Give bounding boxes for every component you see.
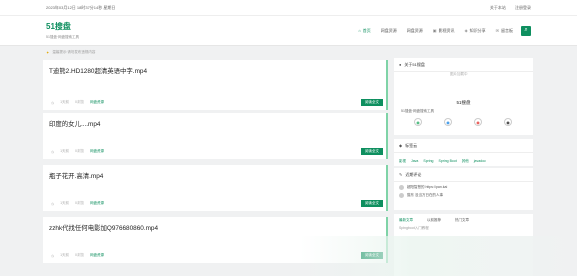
post-card: 印度的女儿....mp4 ◷ 1天前 0浏览 网盘资源 阅读全文 <box>43 113 388 159</box>
message-icon: ✉ <box>495 28 499 33</box>
post-title[interactable]: 印度的女儿....mp4 <box>49 119 101 128</box>
post-meta: ◷ 1天前 0浏览 网盘资源 <box>51 201 104 206</box>
post-category[interactable]: 网盘资源 <box>90 149 104 154</box>
article-tabs: 最新文章 以前推荐 热门文章 <box>394 214 533 223</box>
home-icon: ⌂ <box>358 28 361 33</box>
clock-icon: ◷ <box>51 100 55 105</box>
read-more-button[interactable]: 阅读全文 <box>361 200 383 207</box>
post-title[interactable]: T迪熊2.HD1280超清英语中字.mp4 <box>49 66 147 75</box>
comment-item[interactable]: 超阳智慧的 https://pan.kai <box>394 182 533 190</box>
wechat-icon[interactable]: ◉ <box>414 118 422 126</box>
article-item[interactable]: Spingboot入门教程 <box>394 223 533 231</box>
weibo-icon[interactable]: ◉ <box>474 118 482 126</box>
post-category[interactable]: 网盘资源 <box>90 100 104 105</box>
post-card: 瓶子花开.高清.mp4 ◷ 1天前 0浏览 网盘资源 阅读全文 <box>43 165 388 211</box>
post-meta: ◷ 1天前 0浏览 网盘资源 <box>51 100 104 105</box>
about-image: 图片加载中 <box>450 72 468 76</box>
share-icon: ◈ <box>464 28 468 33</box>
qq-icon[interactable]: ◉ <box>444 118 452 126</box>
user-icon: ● <box>399 62 402 67</box>
read-more-button[interactable]: 阅读全文 <box>361 148 383 155</box>
top-links: 关于本站 注册登录 <box>482 5 531 11</box>
tab-latest[interactable]: 最新文章 <box>399 218 413 223</box>
tag-list: 影视 Java Spring Spring Boot 其他 javadoc <box>394 153 533 164</box>
tag-item[interactable]: Spring Boot <box>438 159 456 163</box>
brand[interactable]: 51搜盘 51搜盘·网盘搜索工具 <box>46 21 79 40</box>
nav-knowledge[interactable]: ◈ 知识分享 <box>465 28 486 34</box>
clock-icon: ◷ <box>51 149 55 154</box>
github-icon[interactable]: ◉ <box>504 118 512 126</box>
comments-header: ✎ 近期评论 <box>394 168 533 182</box>
main-nav: ⌂ 首页 网盘资源 网盘资源 ▣ 影视资讯 ◈ 知识分享 ✉ 留言板 ⌕ <box>348 25 531 36</box>
top-bar: 2023年03月12日 18时37分14秒 星期日 关于本站 注册登录 <box>0 0 577 16</box>
tab-recommended[interactable]: 以前推荐 <box>427 218 441 223</box>
notice-text: 温馨提示:请勿发布违规内容 <box>52 49 96 54</box>
clock-icon: ◷ <box>51 201 55 206</box>
nav-home[interactable]: ⌂ 首页 <box>358 28 370 34</box>
tags-header: ◆ 标签云 <box>394 139 533 153</box>
read-more-button[interactable]: 阅读全文 <box>361 99 383 106</box>
notice-bar: ✦ 温馨提示:请勿发布违规内容 <box>43 46 533 58</box>
clock-icon: ◷ <box>51 253 55 258</box>
tags-card: ◆ 标签云 影视 Java Spring Spring Boot 其他 java… <box>394 139 533 166</box>
post-category[interactable]: 网盘资源 <box>90 201 104 206</box>
tag-item[interactable]: Java <box>411 159 418 163</box>
post-category[interactable]: 网盘资源 <box>90 253 104 258</box>
about-desc: 51搜盘·网盘搜索工具 <box>401 109 435 113</box>
comments-card: ✎ 近期评论 超阳智慧的 https://pan.kai 猫东 没当万日在的人事 <box>394 168 533 210</box>
datetime: 2023年03月12日 18时37分14秒 星期日 <box>46 4 116 10</box>
post-meta: ◷ 1天前 0浏览 网盘资源 <box>51 253 104 258</box>
post-title[interactable]: zzhk代找任何电影加Q976680860.mp4 <box>49 223 158 232</box>
film-icon: ▣ <box>432 28 437 33</box>
nav-movies[interactable]: ▣ 影视资讯 <box>433 28 455 34</box>
about-card: ● 关于51搜盘 图片加载中 51搜盘 51搜盘·网盘搜索工具 ◉ ◉ ◉ ◉ <box>394 58 533 135</box>
site-header: 51搜盘 51搜盘·网盘搜索工具 ⌂ 首页 网盘资源 网盘资源 ▣ 影视资讯 ◈ 知识… <box>0 16 577 46</box>
avatar <box>399 193 404 198</box>
nav-guestbook[interactable]: ✉ 留言板 <box>496 28 513 34</box>
tag-icon: ◆ <box>399 143 403 148</box>
bell-icon: ✦ <box>46 49 50 55</box>
blur-overlay <box>300 236 577 276</box>
tag-item[interactable]: 影视 <box>399 159 406 163</box>
login-link[interactable]: 注册登录 <box>515 5 531 10</box>
search-button[interactable]: ⌕ <box>521 25 531 36</box>
post-title[interactable]: 瓶子花开.高清.mp4 <box>49 171 103 180</box>
post-meta: ◷ 1天前 0浏览 网盘资源 <box>51 149 104 154</box>
site-name[interactable]: 51搜盘 <box>46 21 79 32</box>
tab-popular[interactable]: 热门文章 <box>455 218 469 223</box>
tag-item[interactable]: Spring <box>423 159 433 163</box>
nav-resources-2[interactable]: 网盘资源 <box>407 28 423 34</box>
about-name: 51搜盘 <box>456 100 471 105</box>
avatar <box>399 185 404 190</box>
nav-resources[interactable]: 网盘资源 <box>381 28 397 34</box>
site-tagline: 51搜盘·网盘搜索工具 <box>46 35 80 39</box>
comment-item[interactable]: 猫东 没当万日在的人事 <box>394 190 533 198</box>
tag-item[interactable]: javadoc <box>474 159 486 163</box>
about-link[interactable]: 关于本站 <box>490 5 506 10</box>
about-header: ● 关于51搜盘 <box>394 58 533 72</box>
post-card: T迪熊2.HD1280超清英语中字.mp4 ◷ 1天前 0浏览 网盘资源 阅读全… <box>43 60 388 110</box>
comment-icon: ✎ <box>399 172 403 177</box>
search-icon: ⌕ <box>524 27 528 33</box>
tag-item[interactable]: 其他 <box>462 159 469 163</box>
